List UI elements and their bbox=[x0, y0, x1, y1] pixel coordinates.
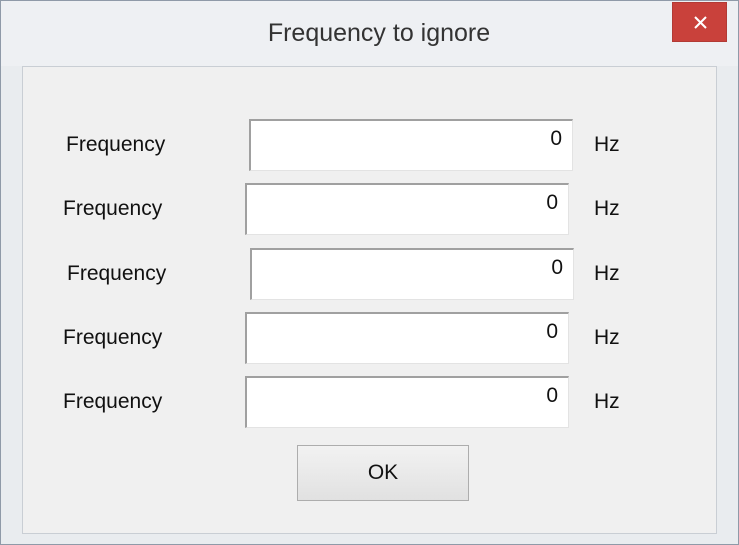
frequency-row-2: Frequency Hz bbox=[23, 183, 718, 235]
frequency-input-3[interactable] bbox=[250, 248, 574, 300]
title-bar: Frequency to ignore bbox=[1, 1, 738, 66]
frequency-input-1[interactable] bbox=[249, 119, 573, 171]
hz-unit-label-3: Hz bbox=[594, 262, 620, 285]
frequency-row-4: Frequency Hz bbox=[23, 312, 718, 364]
frequency-label-3: Frequency bbox=[67, 262, 167, 285]
frequency-input-4[interactable] bbox=[245, 312, 569, 364]
close-icon bbox=[694, 16, 707, 29]
frequency-row-3: Frequency Hz bbox=[23, 248, 718, 300]
dialog-client-area: Frequency Hz Frequency Hz Frequency Hz F… bbox=[22, 66, 717, 534]
frequency-label-1: Frequency bbox=[66, 133, 166, 156]
frequency-label-4: Frequency bbox=[63, 326, 163, 349]
hz-unit-label-4: Hz bbox=[594, 326, 620, 349]
close-button[interactable] bbox=[672, 2, 727, 42]
frequency-label-5: Frequency bbox=[63, 390, 163, 413]
frequency-row-1: Frequency Hz bbox=[23, 119, 718, 171]
frequency-label-2: Frequency bbox=[63, 197, 163, 220]
window-title: Frequency to ignore bbox=[267, 19, 491, 47]
dialog-window: Frequency to ignore Frequency Hz Frequen… bbox=[0, 0, 739, 545]
hz-unit-label-1: Hz bbox=[594, 133, 620, 156]
frequency-input-2[interactable] bbox=[245, 183, 569, 235]
frequency-row-5: Frequency Hz bbox=[23, 376, 718, 428]
hz-unit-label-5: Hz bbox=[594, 390, 620, 413]
frequency-input-5[interactable] bbox=[245, 376, 569, 428]
ok-button[interactable]: OK bbox=[297, 445, 469, 501]
hz-unit-label-2: Hz bbox=[594, 197, 620, 220]
